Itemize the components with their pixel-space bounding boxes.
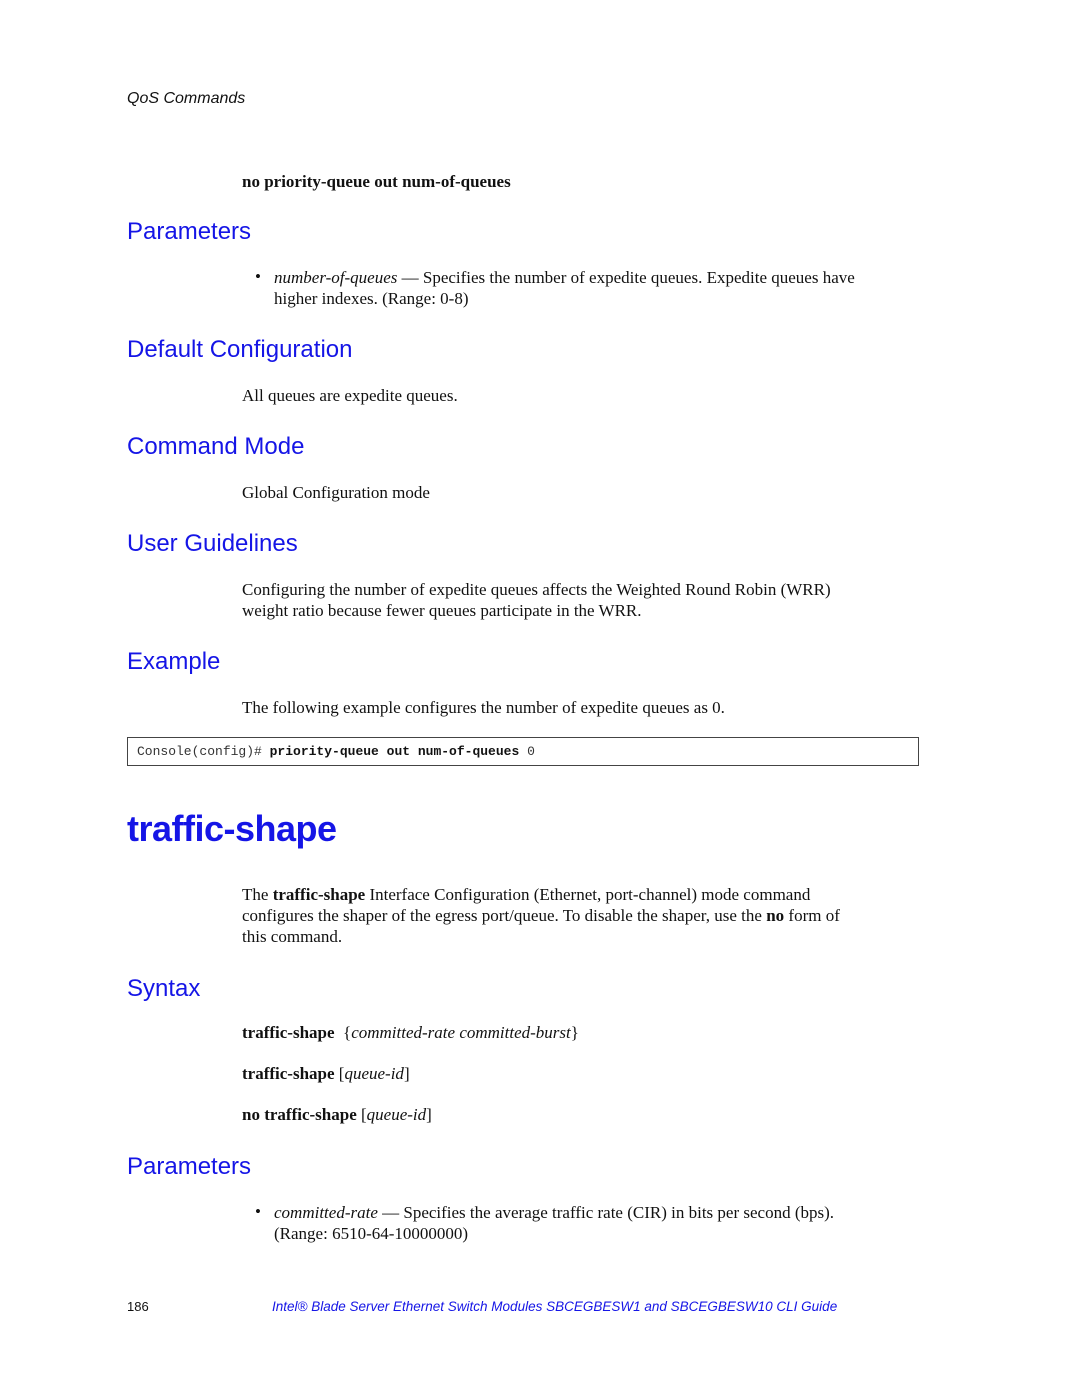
no-form-syntax: no priority-queue out num-of-queues [242,172,511,191]
syntax-line: traffic-shape [queue-id] [242,1064,410,1084]
parameter-name: number-of-queues [274,268,398,287]
parameters-heading: Parameters [127,1153,252,1180]
syntax-line: no traffic-shape [queue-id] [242,1105,432,1125]
intro-prefix: The [242,885,273,904]
syntax-command: no traffic-shape [242,1105,357,1124]
intro-line2-post: form of [784,906,840,925]
bullet-icon: • [255,267,261,286]
syntax-close: ] [403,1064,410,1083]
parameter-item: number-of-queues — Specifies the number … [274,267,944,309]
parameter-description-cont: (Range: 6510-64-10000000) [274,1224,469,1243]
command-intro: The traffic-shape Interface Configuratio… [242,884,942,947]
em-dash: — [377,1203,404,1222]
footer-book-title: Intel® Blade Server Ethernet Switch Modu… [272,1299,838,1314]
page-number: 186 [127,1299,149,1314]
running-head: QoS Commands [127,90,246,107]
example-text: The following example configures the num… [242,698,725,717]
intro-line3: this command. [242,927,343,946]
intro-line1-rest: Interface Configuration (Ethernet, port-… [365,885,811,904]
syntax-args: queue-id [366,1105,427,1124]
syntax-open: [ [356,1105,367,1124]
syntax-close: ] [426,1105,432,1124]
bullet-icon: • [255,1202,261,1221]
syntax-open: { [334,1023,352,1042]
code-example-box: Console(config)# priority-queue out num-… [127,737,919,766]
syntax-command: traffic-shape [242,1023,335,1042]
user-guidelines-text: Configuring the number of expedite queue… [242,579,942,621]
command-mode-text: Global Configuration mode [242,483,430,502]
parameter-name: committed-rate [274,1203,378,1222]
code-command: priority-queue out num-of-queues [269,744,520,759]
intro-command: traffic-shape [272,885,366,904]
parameter-description: Specifies the average traffic rate (CIR)… [403,1203,835,1222]
syntax-args: committed-rate committed-burst [351,1023,571,1042]
command-mode-heading: Command Mode [127,433,305,460]
syntax-args: queue-id [344,1064,404,1083]
syntax-heading: Syntax [127,975,201,1002]
intro-no-keyword: no [766,906,785,925]
em-dash: — [397,268,423,287]
parameters-heading: Parameters [127,218,252,245]
user-guidelines-heading: User Guidelines [127,530,298,557]
console-prompt: Console(config)# [137,744,270,759]
default-configuration-text: All queues are expedite queues. [242,386,458,405]
syntax-close: } [570,1023,579,1042]
code-argument: 0 [519,744,535,759]
syntax-open: [ [334,1064,345,1083]
user-guidelines-line2: weight ratio because fewer queues partic… [242,601,642,620]
command-title: traffic-shape [127,808,337,849]
default-configuration-heading: Default Configuration [127,336,353,363]
example-heading: Example [127,648,221,675]
syntax-command: traffic-shape [242,1064,335,1083]
intro-line2: configures the shaper of the egress port… [242,906,767,925]
parameter-description-cont: higher indexes. (Range: 0-8) [274,289,469,308]
parameter-description: Specifies the number of expedite queues.… [422,268,855,287]
syntax-line: traffic-shape {committed-rate committed-… [242,1023,579,1043]
user-guidelines-line1: Configuring the number of expedite queue… [242,580,831,599]
parameter-item: committed-rate — Specifies the average t… [274,1202,944,1244]
